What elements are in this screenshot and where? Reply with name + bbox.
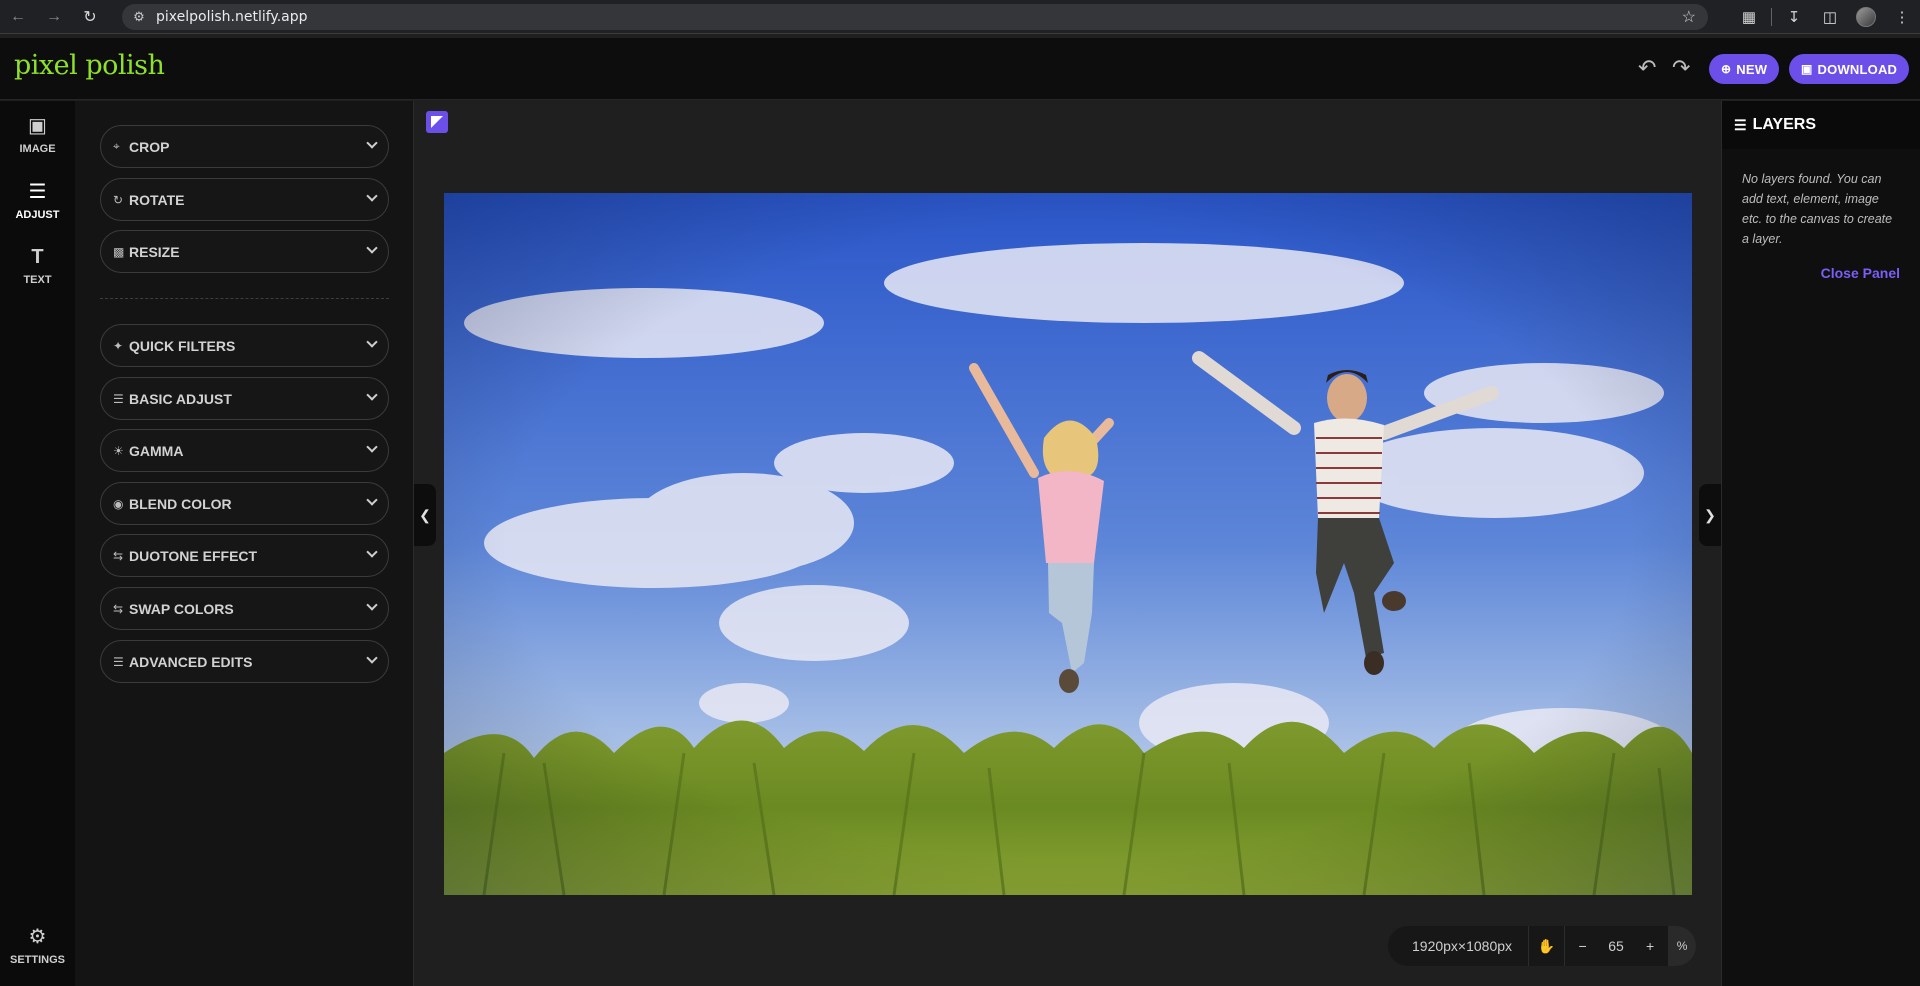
hand-tool-icon[interactable]: ✋ [1528, 926, 1564, 966]
rail-item-settings[interactable]: ⚙ SETTINGS [0, 912, 75, 978]
panel-divider [100, 298, 389, 299]
gear-icon: ⚙ [28, 926, 47, 948]
new-button-label: NEW [1736, 61, 1768, 77]
browser-menu-icon[interactable]: ⋮ [1884, 0, 1920, 34]
chevron-down-icon [366, 242, 378, 254]
crop-accordion[interactable]: ⌖ CROP [100, 125, 389, 168]
canvas-area[interactable]: ❮ ❯ 1920px×1080px ✋ − 65 + % [414, 101, 1721, 986]
jumping-couple-photo [444, 193, 1692, 895]
resize-icon: ▩ [113, 244, 125, 259]
image-icon: ▣ [28, 115, 47, 137]
sun-icon: ☀ [113, 443, 124, 458]
sliders-icon: ☰ [113, 654, 124, 669]
back-button[interactable]: ← [0, 0, 36, 34]
app-logo: pixel polish [14, 50, 165, 81]
forward-button[interactable]: → [36, 0, 72, 34]
site-settings-icon[interactable]: ⚙ [122, 9, 156, 25]
magic-wand-icon: ✦ [113, 338, 124, 353]
zoom-value[interactable]: 65 [1600, 938, 1632, 954]
side-panel-icon[interactable]: ◫ [1812, 0, 1848, 34]
layers-icon: ☰ [1734, 116, 1747, 133]
sliders-icon: ☰ [113, 391, 124, 406]
rotate-icon: ↻ [113, 192, 124, 207]
layers-header: ☰ LAYERS [1722, 101, 1920, 149]
collapse-left-panel-button[interactable]: ❮ [414, 484, 436, 546]
chevron-down-icon [366, 190, 378, 202]
rail-item-label: TEXT [23, 274, 52, 286]
gamma-accordion[interactable]: ☀ GAMMA [100, 429, 389, 472]
chevron-down-icon [366, 336, 378, 348]
accordion-label: CROP [129, 138, 170, 155]
address-bar[interactable]: ⚙ pixelpolish.netlify.app ☆ [122, 4, 1708, 30]
zoom-unit-toggle[interactable]: % [1668, 926, 1697, 966]
accordion-label: GAMMA [129, 442, 184, 459]
palette-icon: ◉ [113, 496, 124, 511]
resize-accordion[interactable]: ▩ RESIZE [100, 230, 389, 273]
save-icon: ▣ [1801, 62, 1813, 76]
accordion-label: ROTATE [129, 191, 185, 208]
rail-item-text[interactable]: T TEXT [0, 233, 75, 299]
accordion-label: RESIZE [129, 243, 180, 260]
download-button-label: DOWNLOAD [1817, 61, 1898, 77]
swap-icon: ⇆ [113, 601, 124, 616]
rotate-accordion[interactable]: ↻ ROTATE [100, 178, 389, 221]
plus-circle-icon: ⊕ [1721, 62, 1732, 76]
accordion-label: QUICK FILTERS [129, 337, 236, 354]
swap-colors-accordion[interactable]: ⇆ SWAP COLORS [100, 587, 389, 630]
extensions-icon[interactable]: ▦ [1731, 0, 1767, 34]
browser-toolbar: ← → ↻ ⚙ pixelpolish.netlify.app ☆ ▦ ↧ ◫ … [0, 0, 1920, 34]
rail-item-adjust[interactable]: ☰ ADJUST [0, 167, 75, 233]
profile-avatar[interactable] [1848, 0, 1884, 34]
swap-icon: ⇆ [113, 548, 124, 563]
layers-title: LAYERS [1752, 116, 1816, 133]
accordion-label: BASIC ADJUST [129, 390, 232, 407]
quick-filters-accordion[interactable]: ✦ QUICK FILTERS [100, 324, 389, 367]
toolbar-separator [1771, 8, 1772, 26]
chevron-down-icon [366, 441, 378, 453]
layers-panel: ☰ LAYERS No layers found. You can add te… [1721, 101, 1920, 986]
chevron-down-icon [366, 652, 378, 664]
blend-color-accordion[interactable]: ◉ BLEND COLOR [100, 482, 389, 525]
rail-item-label: IMAGE [19, 143, 56, 155]
close-panel-link[interactable]: Close Panel [1821, 265, 1900, 281]
crop-icon: ⌖ [113, 139, 120, 153]
bookmark-star-icon[interactable]: ☆ [1682, 7, 1696, 27]
accordion-label: BLEND COLOR [129, 495, 232, 512]
zoom-out-button[interactable]: − [1564, 926, 1600, 966]
new-button[interactable]: ⊕ NEW [1709, 54, 1780, 84]
chevron-down-icon [366, 389, 378, 401]
accordion-label: SWAP COLORS [129, 600, 234, 617]
app-header: pixel polish ↶ ↷ ⊕ NEW ▣ DOWNLOAD [0, 38, 1920, 100]
canvas-corner-icon[interactable] [426, 111, 448, 133]
accordion-label: DUOTONE EFFECT [129, 547, 258, 564]
accordion-label: ADVANCED EDITS [129, 653, 253, 670]
canvas-image[interactable] [444, 193, 1692, 895]
text-icon: T [31, 246, 44, 268]
url-text: pixelpolish.netlify.app [156, 9, 308, 25]
download-icon[interactable]: ↧ [1776, 0, 1812, 34]
download-button[interactable]: ▣ DOWNLOAD [1789, 54, 1910, 84]
tool-rail: ▣ IMAGE ☰ ADJUST T TEXT ⚙ SETTINGS [0, 101, 75, 986]
canvas-dimensions: 1920px×1080px [1412, 938, 1513, 954]
layers-empty-message: No layers found. You can add text, eleme… [1742, 172, 1893, 246]
reload-button[interactable]: ↻ [72, 0, 108, 34]
zoom-in-button[interactable]: + [1632, 926, 1668, 966]
duotone-effect-accordion[interactable]: ⇆ DUOTONE EFFECT [100, 534, 389, 577]
redo-icon[interactable]: ↷ [1672, 55, 1690, 81]
sliders-icon: ☰ [28, 181, 47, 203]
chevron-down-icon [366, 599, 378, 611]
chevron-down-icon [366, 137, 378, 149]
expand-right-panel-button[interactable]: ❯ [1699, 484, 1721, 546]
undo-icon[interactable]: ↶ [1638, 55, 1656, 81]
basic-adjust-accordion[interactable]: ☰ BASIC ADJUST [100, 377, 389, 420]
chevron-down-icon [366, 546, 378, 558]
rail-item-label: ADJUST [15, 209, 60, 221]
advanced-edits-accordion[interactable]: ☰ ADVANCED EDITS [100, 640, 389, 683]
adjust-panel: ⌖ CROP ↻ ROTATE ▩ RESIZE ✦ QUICK FILTERS… [75, 101, 414, 986]
rail-item-label: SETTINGS [9, 954, 65, 966]
rail-item-image[interactable]: ▣ IMAGE [0, 101, 75, 167]
chevron-down-icon [366, 494, 378, 506]
zoom-toolbar: 1920px×1080px ✋ − 65 + % [1388, 926, 1697, 966]
